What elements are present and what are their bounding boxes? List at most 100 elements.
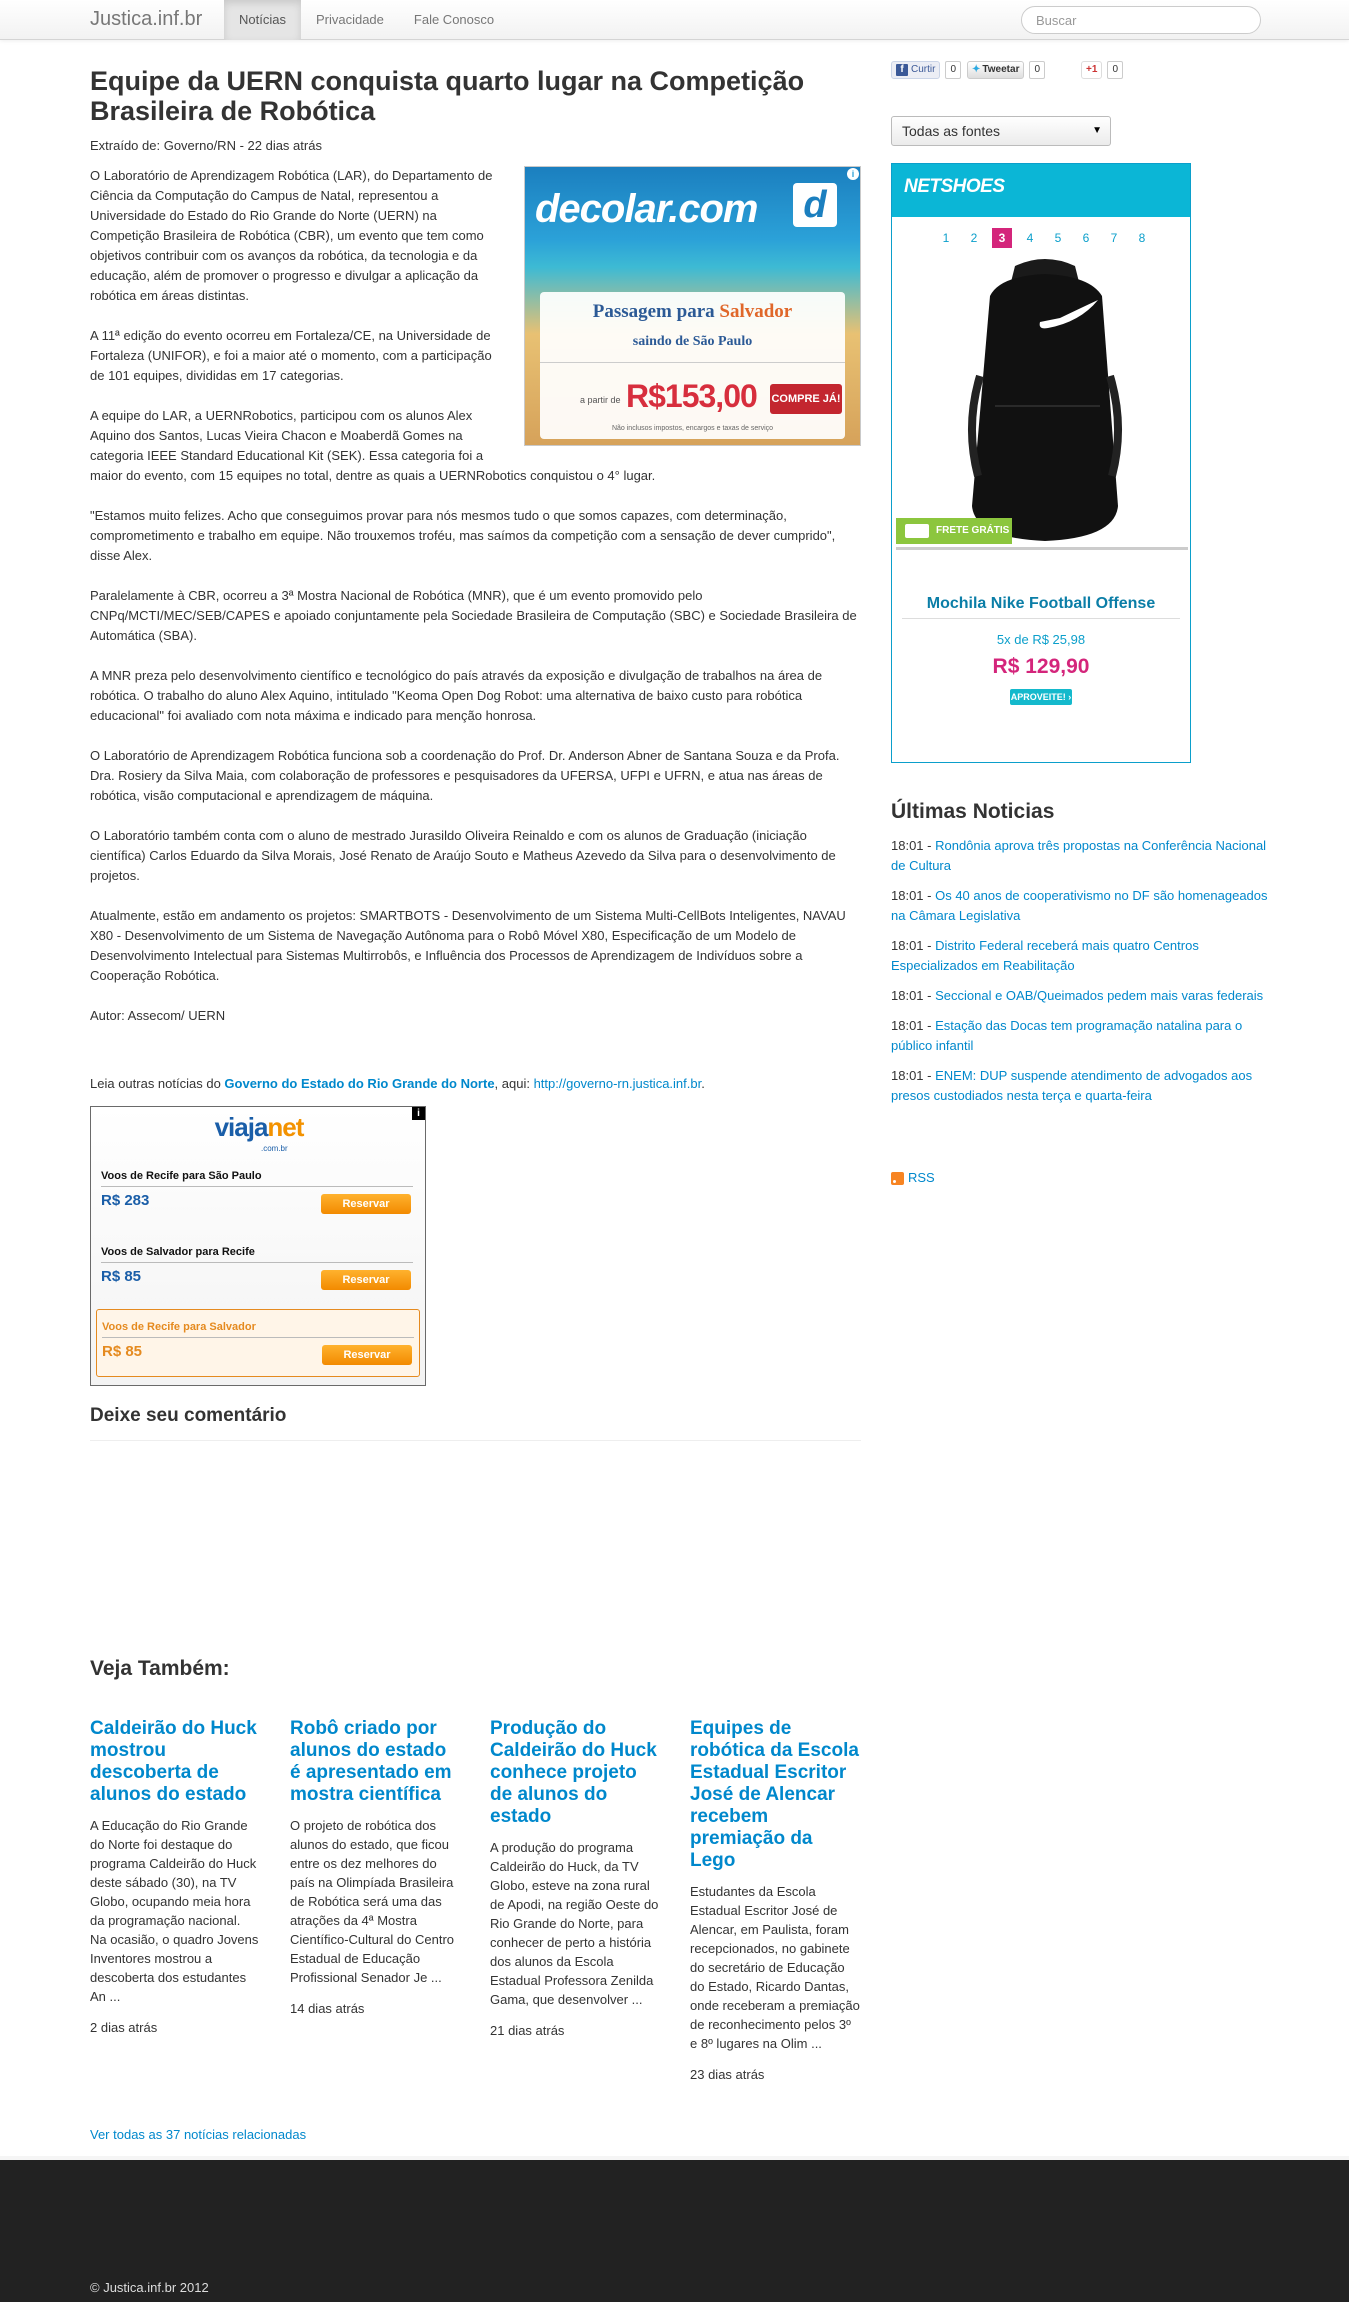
news-time: 18:01 -: [891, 938, 936, 953]
reservar-button[interactable]: Reservar: [321, 1270, 411, 1290]
nav-noticias[interactable]: Notícias: [224, 0, 301, 40]
see-also-item: Produção do Caldeirão do Huck conhece pr…: [490, 1718, 660, 2041]
ad-info-icon[interactable]: i: [847, 168, 859, 180]
news-time: 18:01 -: [891, 888, 936, 903]
related-org-link[interactable]: Governo do Estado do Rio Grande do Norte: [224, 1076, 494, 1091]
see-all-related-link[interactable]: Ver todas as 37 notícias relacionadas: [90, 2125, 306, 2145]
see-also-date: 23 dias atrás: [690, 2067, 765, 2082]
article-paragraph: A MNR preza pelo desenvolvimento científ…: [90, 668, 823, 723]
facebook-like-button[interactable]: f Curtir: [891, 61, 941, 79]
netshoes-page[interactable]: 1: [936, 228, 956, 248]
decolar-buy-button[interactable]: COMPRE JÁ!: [770, 384, 842, 414]
reservar-button[interactable]: Reservar: [321, 1194, 411, 1214]
netshoes-pagination: 1 2 3 4 5 6 7 8: [936, 228, 1160, 248]
decolar-d-icon: d: [793, 183, 837, 227]
rss-icon: [891, 1171, 904, 1185]
decolar-from-label: a partir de: [580, 395, 621, 405]
flight-offer-highlighted[interactable]: Voos de Recife para Salvador R$ 85 Reser…: [96, 1309, 420, 1377]
flight-route: Voos de Salvador para Recife: [101, 1246, 255, 1258]
tweet-label: Tweetar: [982, 64, 1020, 75]
product-name[interactable]: Mochila Nike Football Offense: [892, 594, 1190, 614]
flight-route: Voos de Recife para São Paulo: [101, 1170, 262, 1182]
main-column: Equipe da UERN conquista quarto lugar na…: [90, 66, 861, 1441]
news-link[interactable]: Os 40 anos de cooperativismo no DF são h…: [891, 888, 1268, 923]
decolar-logo: decolar.com: [535, 187, 758, 231]
news-time: 18:01 -: [891, 1018, 936, 1033]
see-also-item: Caldeirão do Huck mostrou descoberta de …: [90, 1718, 260, 2038]
latest-news-list: 18:01 - Rondônia aprova três propostas n…: [891, 836, 1271, 1116]
news-link[interactable]: ENEM: DUP suspende atendimento de advoga…: [891, 1068, 1252, 1103]
flight-offer[interactable]: Voos de Salvador para Recife R$ 85 Reser…: [96, 1235, 420, 1303]
product-shadow: [896, 547, 1188, 550]
see-also-item: Equipes de robótica da Escola Estadual E…: [690, 1718, 860, 2085]
see-also-title-link[interactable]: Produção do Caldeirão do Huck conhece pr…: [490, 1718, 660, 1828]
decolar-headline-text: Passagem para: [592, 301, 720, 322]
free-shipping-badge: FRETE GRÁTIS: [896, 518, 1012, 544]
product-price: R$ 129,90: [992, 655, 1090, 678]
backpack-image[interactable]: [920, 256, 1170, 546]
google-plus-button[interactable]: +1: [1081, 61, 1103, 79]
news-link[interactable]: Distrito Federal receberá mais quatro Ce…: [891, 938, 1199, 973]
facebook-like-label: Curtir: [911, 64, 936, 75]
aproveite-button[interactable]: APROVEITE! ›: [1010, 689, 1072, 705]
reservar-button[interactable]: Reservar: [322, 1345, 412, 1365]
news-link[interactable]: Rondônia aprova três propostas na Confer…: [891, 838, 1266, 873]
truck-icon: [905, 524, 929, 538]
related-prefix: Leia outras notícias do: [90, 1076, 225, 1091]
related-url-link[interactable]: http://governo-rn.justica.inf.br: [534, 1076, 702, 1091]
netshoes-page[interactable]: 4: [1020, 228, 1040, 248]
nav-privacidade[interactable]: Privacidade: [301, 0, 399, 40]
article-source: Extraído de: Governo/RN - 22 dias atrás: [90, 138, 322, 153]
news-link[interactable]: Estação das Docas tem programação natali…: [891, 1018, 1242, 1053]
decolar-ad-banner[interactable]: i decolar.com d Passagem para Salvador s…: [524, 166, 861, 446]
news-item: 18:01 - Seccional e OAB/Queimados pedem …: [891, 986, 1271, 1006]
netshoes-page[interactable]: 2: [964, 228, 984, 248]
news-time: 18:01 -: [891, 988, 936, 1003]
nav-fale-conosco[interactable]: Fale Conosco: [399, 0, 509, 40]
see-also-excerpt: A Educação do Rio Grande do Norte foi de…: [90, 1818, 259, 2004]
article-paragraph: O Laboratório de Aprendizagem Robótica f…: [90, 748, 840, 803]
flight-price: R$ 85: [102, 1343, 143, 1360]
brand-logo[interactable]: Justica.inf.br: [90, 7, 202, 31]
netshoes-page[interactable]: 6: [1076, 228, 1096, 248]
flight-price: R$ 85: [101, 1268, 142, 1285]
viajanet-ad-banner[interactable]: i viajanet .com.br Voos de Recife para S…: [90, 1106, 426, 1386]
article-title: Equipe da UERN conquista quarto lugar na…: [90, 66, 805, 126]
see-also-title-link[interactable]: Equipes de robótica da Escola Estadual E…: [690, 1718, 860, 1872]
news-time: 18:01 -: [891, 1068, 936, 1083]
netshoes-page[interactable]: 5: [1048, 228, 1068, 248]
news-item: 18:01 - Os 40 anos de cooperativismo no …: [891, 886, 1271, 926]
news-link[interactable]: Seccional e OAB/Queimados pedem mais var…: [935, 988, 1263, 1003]
product-installments: 5x de R$ 25,98: [996, 632, 1086, 647]
see-also-heading: Veja Também:: [90, 1657, 230, 1680]
related-news-line: Leia outras notícias do Governo do Estad…: [90, 1074, 861, 1094]
flight-route: Voos de Recife para Salvador: [102, 1321, 256, 1333]
news-item: 18:01 - Rondônia aprova três propostas n…: [891, 836, 1271, 876]
product-divider: [902, 618, 1180, 619]
flight-offer[interactable]: Voos de Recife para São Paulo R$ 283 Res…: [96, 1159, 420, 1227]
decolar-headline: Passagem para Salvador: [540, 302, 845, 322]
netshoes-logo: NETSHOES: [904, 176, 1005, 197]
news-time: 18:01 -: [891, 838, 936, 853]
article-paragraph: Paralelamente à CBR, ocorreu a 3ª Mostra…: [90, 588, 857, 643]
see-also-date: 21 dias atrás: [490, 2023, 565, 2038]
source-filter-value: Todas as fontes: [902, 123, 1001, 139]
article-paragraph: Atualmente, estão em andamento os projet…: [90, 908, 846, 983]
netshoes-ad-banner[interactable]: i NETSHOES 1 2 3 4 5 6 7 8 FRETE GRÁTIS …: [891, 163, 1191, 763]
free-shipping-label: FRETE GRÁTIS: [936, 525, 1010, 536]
see-also-title-link[interactable]: Caldeirão do Huck mostrou descoberta de …: [90, 1718, 260, 1806]
search-input[interactable]: [1021, 6, 1261, 34]
offer-divider: [102, 1337, 414, 1338]
offer-divider: [101, 1186, 413, 1187]
source-filter-select[interactable]: Todas as fontes ▼: [891, 116, 1111, 146]
rss-link[interactable]: RSS: [891, 1168, 935, 1188]
chevron-down-icon: ▼: [1092, 125, 1102, 136]
netshoes-page-active[interactable]: 3: [992, 228, 1012, 248]
tweet-button[interactable]: ✦ Tweetar: [967, 61, 1025, 79]
netshoes-page[interactable]: 7: [1104, 228, 1124, 248]
offer-divider: [101, 1262, 413, 1263]
rss-label: RSS: [908, 1170, 935, 1185]
see-also-title-link[interactable]: Robô criado por alunos do estado é apres…: [290, 1718, 460, 1806]
netshoes-page[interactable]: 8: [1132, 228, 1152, 248]
related-suffix: .: [701, 1076, 705, 1091]
